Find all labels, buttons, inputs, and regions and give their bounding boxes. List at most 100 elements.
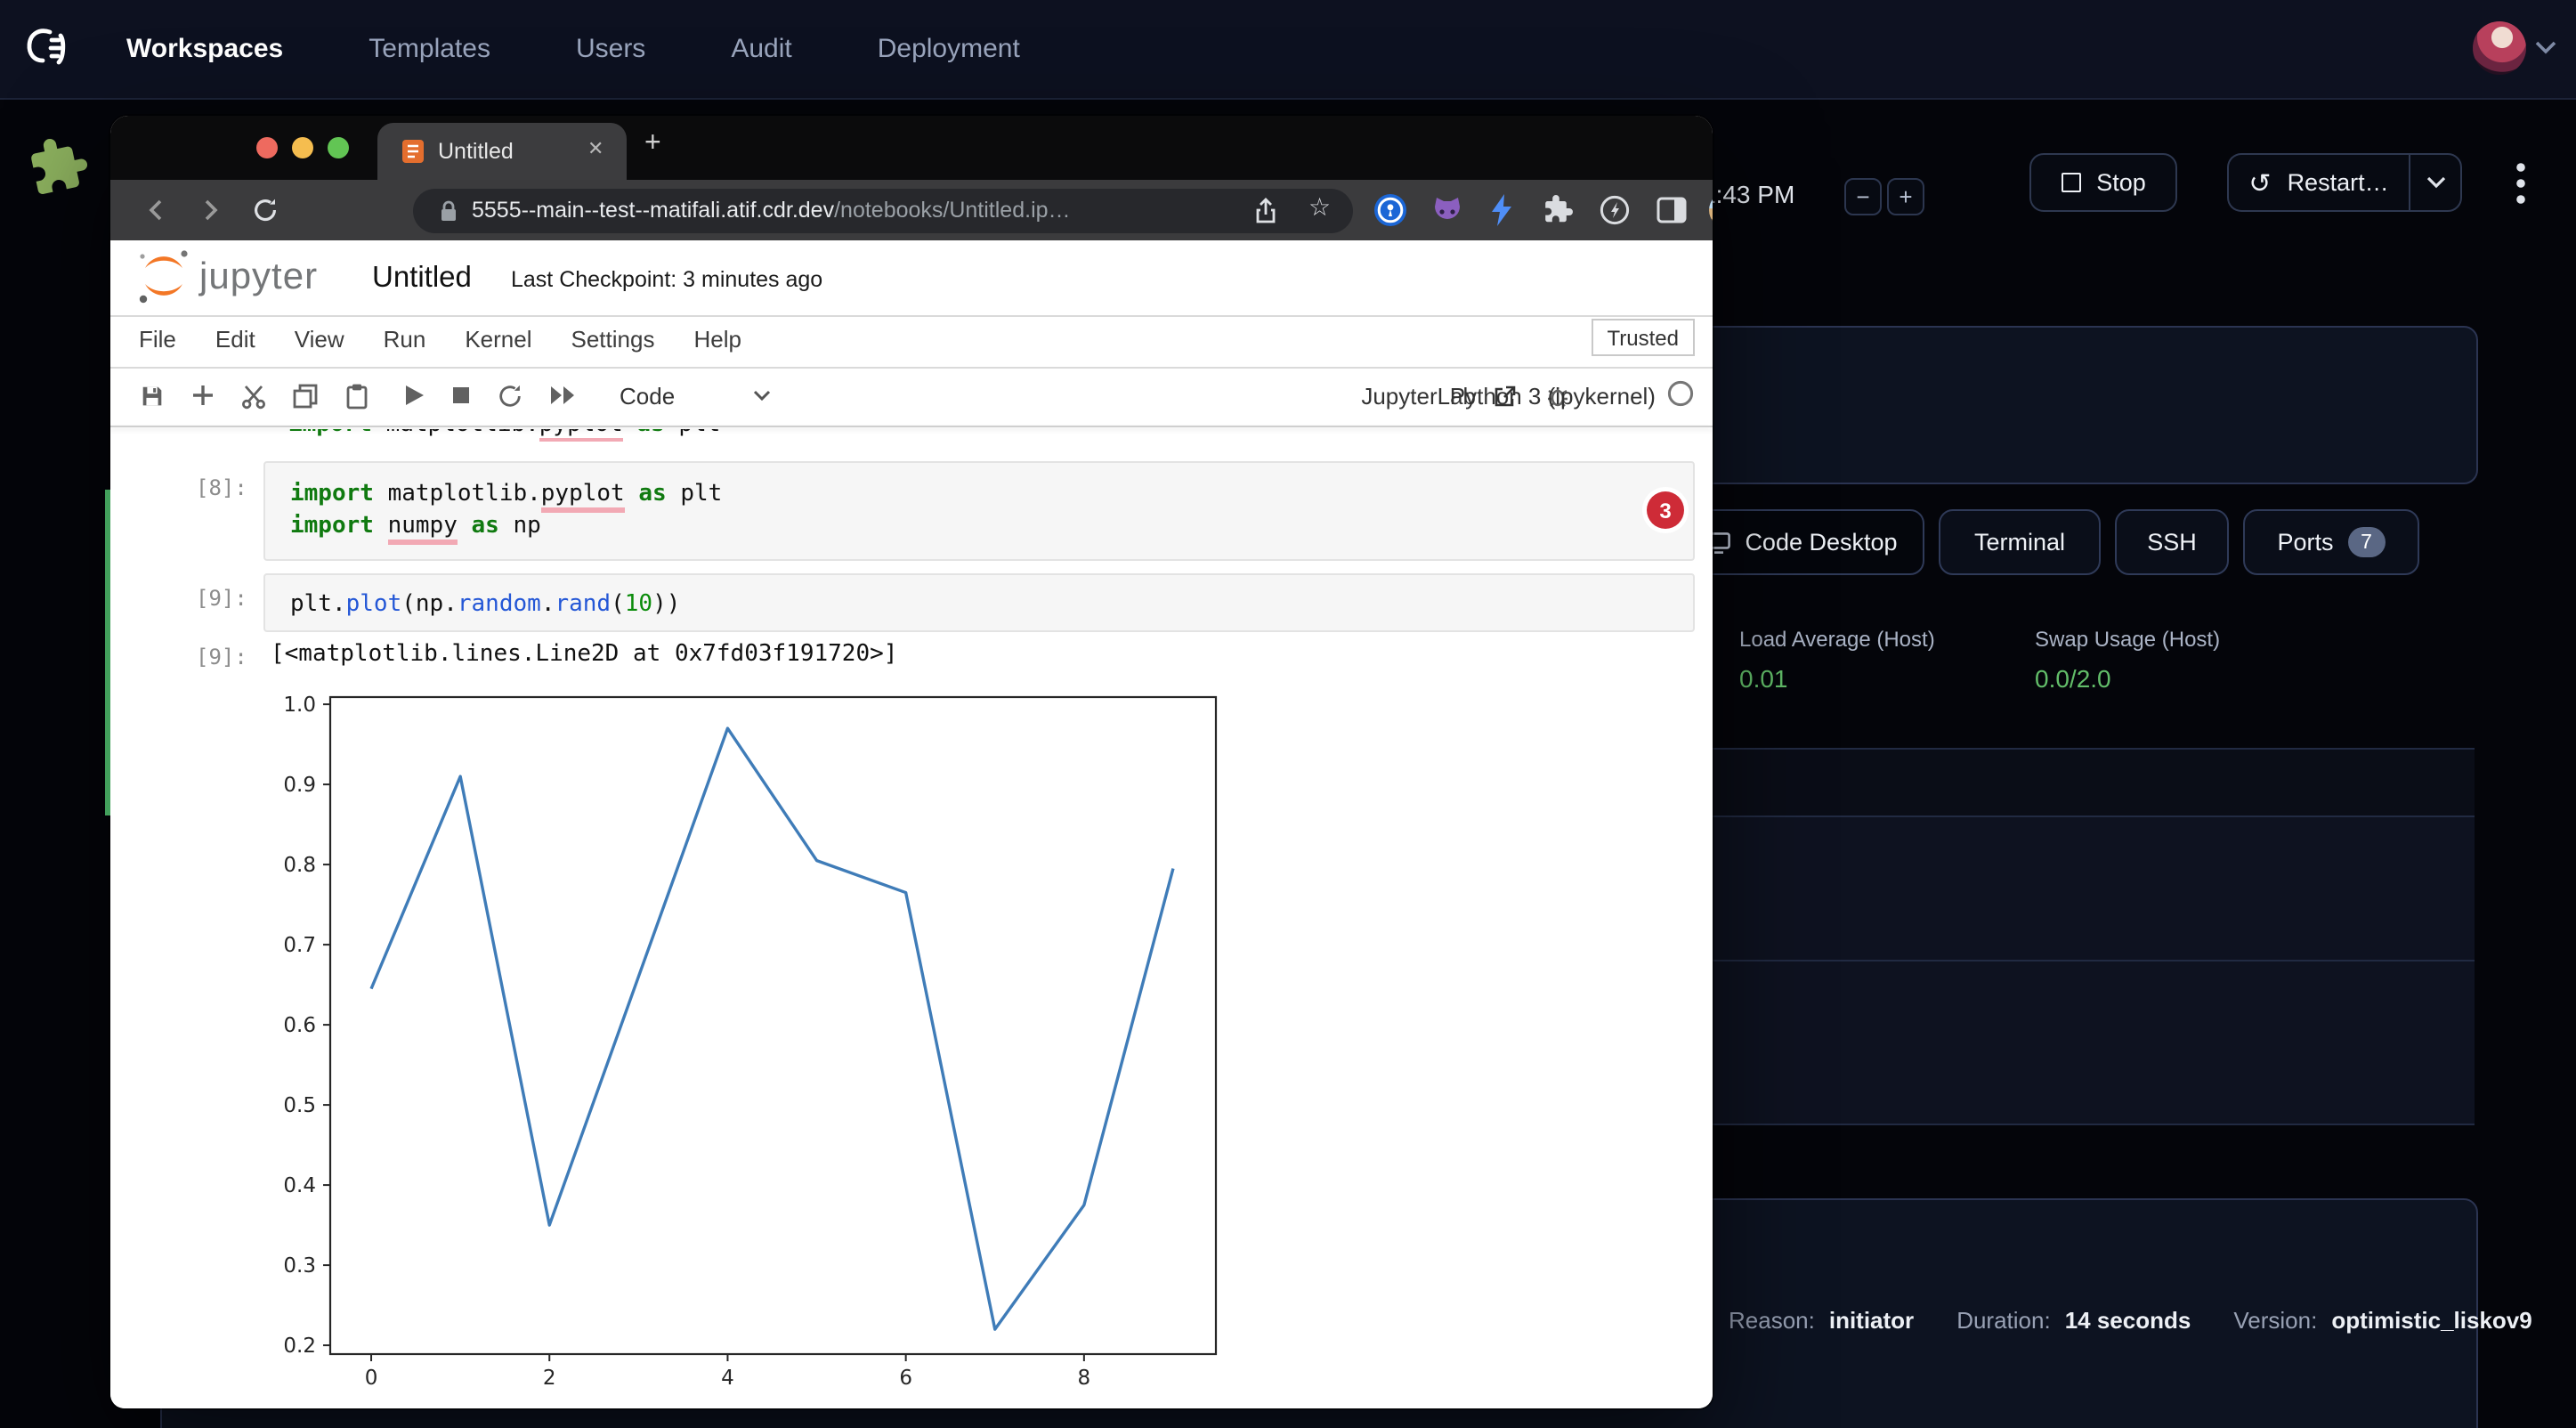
svg-text:0.6: 0.6 bbox=[283, 1014, 316, 1037]
mac-close-button[interactable] bbox=[256, 137, 278, 158]
notebook-toolbar: Code bbox=[139, 377, 771, 413]
trusted-badge[interactable]: Trusted bbox=[1592, 319, 1696, 356]
svg-text:8: 8 bbox=[1078, 1367, 1091, 1390]
cell-type-select[interactable]: Code bbox=[620, 382, 675, 409]
kernel-name[interactable]: Python 3 (ipykernel) bbox=[1450, 383, 1656, 410]
side-panel-icon[interactable] bbox=[1656, 194, 1688, 226]
copy-cell-icon[interactable] bbox=[292, 382, 319, 409]
app-code-desktop-button[interactable]: Code Desktop bbox=[1681, 509, 1924, 575]
add-cell-icon[interactable] bbox=[190, 383, 215, 408]
jupyter-page: jupyter Untitled Last Checkpoint: 3 minu… bbox=[110, 240, 1713, 1408]
output9-prompt: [9]: bbox=[196, 645, 247, 669]
mac-minimize-button[interactable] bbox=[292, 137, 313, 158]
svg-text:4: 4 bbox=[721, 1367, 734, 1390]
coder-top-nav: Workspaces Templates Users Audit Deploym… bbox=[0, 0, 2576, 100]
restart-icon: ↺ bbox=[2248, 166, 2271, 199]
menu-help[interactable]: Help bbox=[693, 326, 741, 353]
cell8-prompt: [8]: bbox=[196, 475, 247, 500]
bookmark-star-icon[interactable]: ☆ bbox=[1308, 191, 1331, 222]
stop-square-icon bbox=[2061, 173, 2080, 192]
svg-text:0.3: 0.3 bbox=[283, 1254, 316, 1278]
browser-tab-strip: Untitled ✕ + bbox=[110, 116, 1713, 180]
reload-icon[interactable] bbox=[251, 196, 279, 224]
ports-count-badge: 7 bbox=[2348, 527, 2386, 557]
svg-text:0.9: 0.9 bbox=[283, 774, 316, 797]
avatar-chevron-down-icon[interactable] bbox=[2535, 41, 2556, 55]
menu-run[interactable]: Run bbox=[384, 326, 426, 353]
collaborator-badge[interactable]: 3 bbox=[1647, 491, 1684, 529]
nav-deployment[interactable]: Deployment bbox=[878, 34, 1020, 64]
browser-tab[interactable]: Untitled ✕ bbox=[377, 123, 627, 180]
paste-cell-icon[interactable] bbox=[344, 382, 370, 409]
user-avatar[interactable] bbox=[2473, 21, 2526, 75]
svg-text:0.8: 0.8 bbox=[283, 854, 316, 877]
workspace-time: 1:43 PM bbox=[1702, 180, 1794, 208]
jupyter-logo bbox=[134, 246, 194, 310]
nav-workspaces[interactable]: Workspaces bbox=[126, 34, 283, 64]
menu-edit[interactable]: Edit bbox=[215, 326, 255, 353]
coder-logo[interactable] bbox=[21, 25, 69, 73]
tab-close-icon[interactable]: ✕ bbox=[587, 137, 603, 160]
interrupt-kernel-icon[interactable] bbox=[450, 385, 472, 406]
zoom-out-button[interactable]: − bbox=[1844, 178, 1882, 215]
menu-settings[interactable]: Settings bbox=[571, 326, 655, 353]
zoom-in-button[interactable]: + bbox=[1887, 178, 1924, 215]
forward-icon[interactable] bbox=[196, 196, 224, 224]
partial-scrolled-cell: import matplotlib.pyplot as plt bbox=[288, 429, 1214, 442]
bolt-extension-icon[interactable] bbox=[1486, 192, 1519, 228]
share-icon[interactable] bbox=[1253, 197, 1278, 223]
checkpoint-status: Last Checkpoint: 3 minutes ago bbox=[511, 267, 822, 292]
nav-templates[interactable]: Templates bbox=[369, 34, 490, 64]
svg-text:0.2: 0.2 bbox=[283, 1335, 316, 1358]
jupyter-brand: jupyter bbox=[199, 256, 318, 299]
toolbar-divider bbox=[110, 426, 1713, 427]
code-cell-8[interactable]: import matplotlib.pyplot as plt import n… bbox=[263, 461, 1695, 561]
menu-view[interactable]: View bbox=[295, 326, 344, 353]
menu-kernel[interactable]: Kernel bbox=[465, 326, 531, 353]
nav-audit[interactable]: Audit bbox=[731, 34, 791, 64]
tab-title: Untitled bbox=[438, 139, 514, 164]
svg-text:0: 0 bbox=[365, 1367, 378, 1390]
status-accent-bar bbox=[104, 490, 110, 815]
code-cell-9[interactable]: plt.plot(np.random.rand(10)) bbox=[263, 573, 1695, 632]
onepassword-extension-icon[interactable] bbox=[1373, 192, 1408, 228]
menu-divider bbox=[110, 367, 1713, 369]
menu-file[interactable]: File bbox=[139, 326, 176, 353]
stop-button[interactable]: Stop bbox=[2029, 153, 2177, 212]
svg-text:0.7: 0.7 bbox=[283, 934, 316, 957]
workspace-kebab-menu[interactable] bbox=[2515, 160, 2526, 207]
restart-dropdown-button[interactable] bbox=[2409, 153, 2462, 212]
restart-run-all-icon[interactable] bbox=[548, 385, 577, 406]
mac-zoom-button[interactable] bbox=[328, 137, 349, 158]
browser-profile-avatar[interactable] bbox=[1709, 192, 1713, 228]
svg-text:2: 2 bbox=[543, 1367, 556, 1390]
jupyter-favicon bbox=[401, 139, 425, 164]
lock-icon[interactable] bbox=[438, 199, 459, 222]
nav-users[interactable]: Users bbox=[576, 34, 645, 64]
restart-kernel-icon[interactable] bbox=[497, 382, 523, 409]
cell9-prompt: [9]: bbox=[196, 586, 247, 611]
app-ssh-button[interactable]: SSH bbox=[2115, 509, 2229, 575]
address-bar[interactable]: 5555--main--test--matifali.atif.cdr.dev/… bbox=[413, 188, 1353, 232]
kernel-status-icon bbox=[1666, 379, 1695, 408]
app-terminal-button[interactable]: Terminal bbox=[1939, 509, 2101, 575]
save-icon[interactable] bbox=[139, 382, 166, 409]
extensions-puzzle-icon[interactable] bbox=[1542, 194, 1574, 226]
new-tab-button[interactable]: + bbox=[644, 128, 661, 160]
jupyter-menu-bar: File Edit View Run Kernel Settings Help bbox=[139, 326, 741, 353]
run-cell-icon[interactable] bbox=[402, 383, 425, 408]
cell-type-caret-icon[interactable] bbox=[753, 389, 771, 402]
notebook-title[interactable]: Untitled bbox=[372, 262, 472, 296]
screen: Workspaces Templates Users Audit Deploym… bbox=[0, 0, 2576, 1428]
url-text: 5555--main--test--matifali.atif.cdr.dev/… bbox=[472, 197, 1071, 222]
svg-text:6: 6 bbox=[899, 1367, 912, 1390]
lighthouse-extension-icon[interactable] bbox=[1599, 194, 1631, 226]
app-ports-button[interactable]: Ports 7 bbox=[2243, 509, 2419, 575]
build-meta-row: Reason: initiator Duration: 14 seconds V… bbox=[1729, 1307, 2532, 1334]
cat-extension-icon[interactable] bbox=[1430, 192, 1465, 228]
cut-cell-icon[interactable] bbox=[240, 382, 267, 409]
stat-load-average: Load Average (Host) 0.01 bbox=[1739, 627, 1935, 693]
browser-toolbar: 5555--main--test--matifali.atif.cdr.dev/… bbox=[110, 180, 1713, 240]
back-icon[interactable] bbox=[142, 196, 171, 224]
restart-button[interactable]: ↺ Restart… bbox=[2227, 153, 2409, 212]
